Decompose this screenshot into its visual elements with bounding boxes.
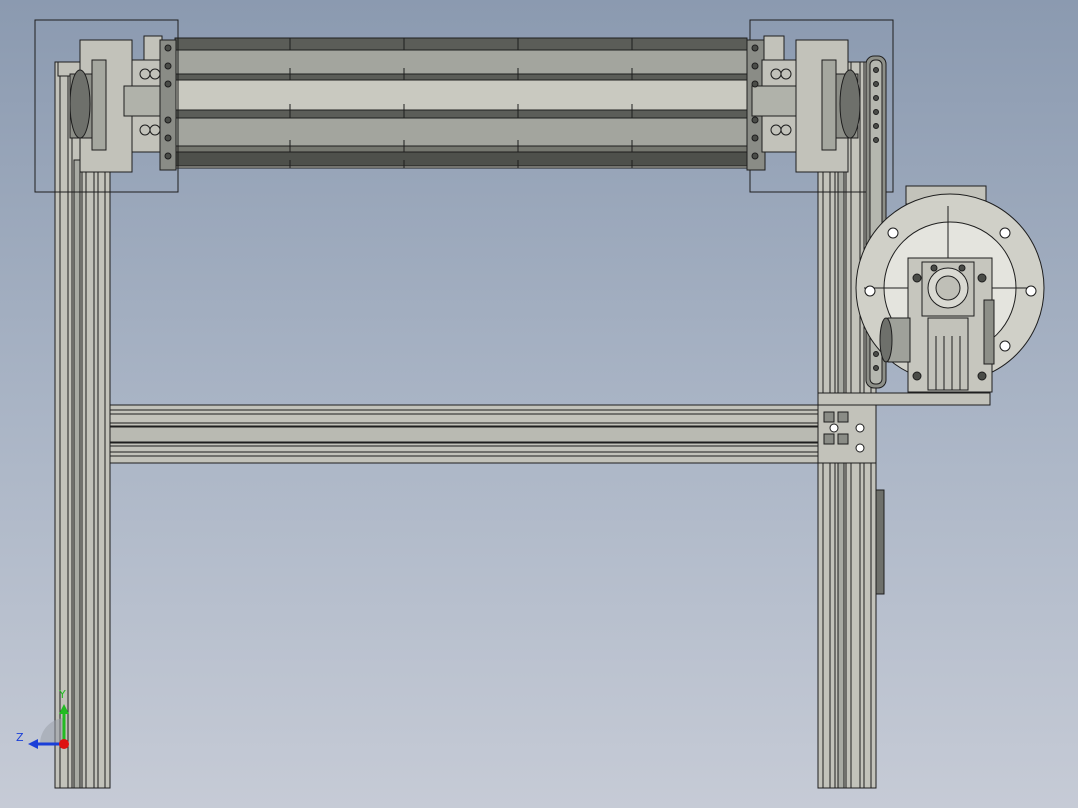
coordinate-triad [28,704,69,749]
cad-model-view[interactable] [0,0,1078,808]
side-plate[interactable] [875,489,885,595]
triad-y-label: Y [59,688,66,701]
triad-z-label: Z [16,731,24,744]
horizontal-crossbar[interactable] [109,404,819,464]
x-axis-dot [59,739,69,749]
cad-viewport[interactable]: Y Z [0,0,1078,808]
roller-drum[interactable] [174,37,748,169]
corner-bracket[interactable] [817,392,991,464]
